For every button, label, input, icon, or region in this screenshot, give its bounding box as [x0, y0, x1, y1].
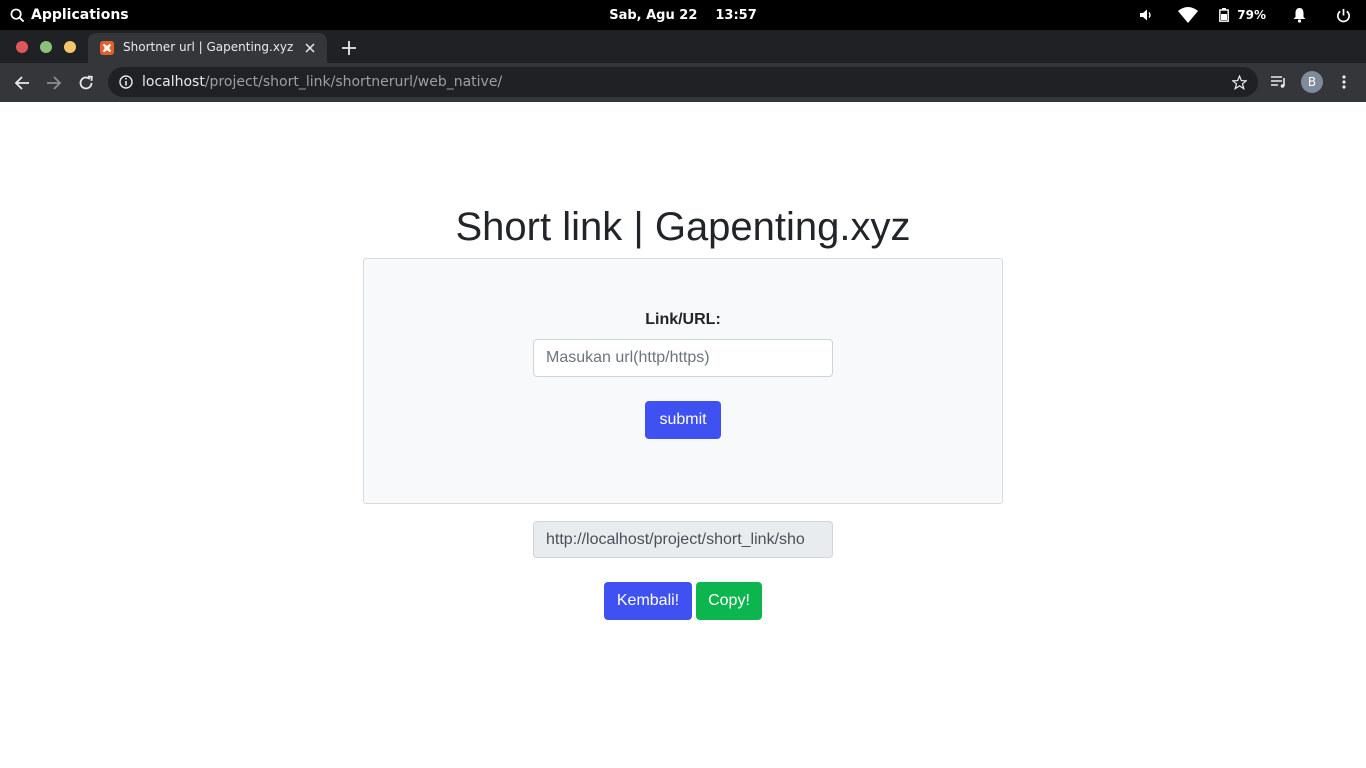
address-path: /project/short_link/shortnerurl/web_nati… [204, 74, 503, 90]
reload-icon[interactable] [73, 70, 99, 96]
new-tab-button[interactable] [339, 38, 359, 58]
address-url: localhost/project/short_link/shortnerurl… [142, 74, 502, 90]
system-top-bar: Applications Sab, Agu 22 13:57 79% [0, 0, 1366, 30]
window-close-button[interactable] [16, 41, 28, 53]
back-arrow-icon[interactable] [9, 70, 35, 96]
profile-avatar[interactable]: B [1300, 70, 1324, 94]
url-input[interactable] [533, 339, 833, 377]
site-info-icon[interactable] [118, 74, 134, 90]
media-queue-icon[interactable] [1269, 70, 1289, 94]
tab-close-icon[interactable] [301, 39, 319, 57]
applications-label: Applications [31, 7, 129, 23]
browser-tab[interactable]: Shortner url | Gapenting.xyz [88, 33, 327, 63]
url-field-label: Link/URL: [645, 311, 721, 328]
address-bar[interactable]: localhost/project/short_link/shortnerurl… [108, 67, 1258, 97]
tab-title: Shortner url | Gapenting.xyz [123, 40, 294, 54]
window-maximize-button[interactable] [64, 41, 76, 53]
window-minimize-button[interactable] [40, 41, 52, 53]
battery-percent: 79% [1237, 8, 1266, 22]
profile-initial: B [1301, 71, 1323, 93]
search-icon [10, 0, 25, 30]
clock-date: Sab, Agu 22 [609, 7, 698, 23]
forward-arrow-icon[interactable] [41, 70, 67, 96]
bookmark-star-icon[interactable] [1230, 73, 1248, 91]
back-button[interactable]: Kembali! [604, 582, 692, 620]
shorten-form-card: Link/URL: submit [363, 258, 1003, 504]
applications-menu[interactable]: Applications [10, 0, 129, 30]
power-icon[interactable] [1328, 0, 1358, 30]
xampp-icon [100, 41, 114, 55]
wifi-icon[interactable] [1173, 0, 1203, 30]
address-host: localhost [142, 74, 205, 90]
volume-icon[interactable] [1131, 0, 1161, 30]
system-tray: 79% [1131, 0, 1366, 30]
page-title: Short link | Gapenting.xyz [455, 205, 911, 249]
clock-time: 13:57 [715, 7, 757, 23]
submit-button[interactable]: submit [645, 401, 721, 439]
bell-icon[interactable] [1284, 0, 1314, 30]
battery-icon[interactable] [1217, 0, 1231, 30]
short-link-output[interactable] [533, 521, 833, 558]
kebab-menu-icon[interactable] [1336, 70, 1352, 94]
copy-button[interactable]: Copy! [696, 582, 762, 620]
